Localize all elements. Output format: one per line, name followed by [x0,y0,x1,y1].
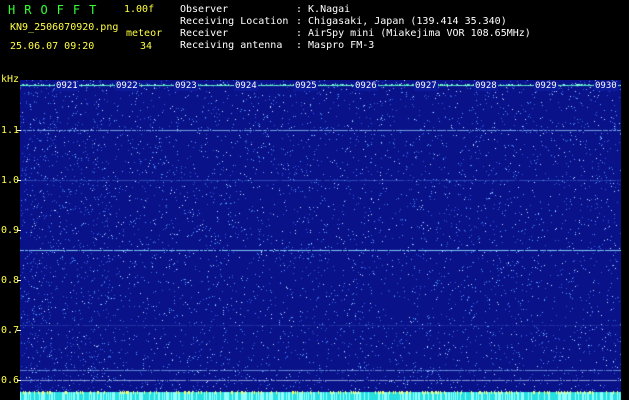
y-tick-mark [17,330,21,331]
y-tick-mark [17,180,21,181]
time-tick-label: 0922 [115,81,139,91]
info-value-antenna: : Maspro FM-3 [296,40,375,51]
y-tick-mark [17,380,21,381]
mode-label: meteor [126,28,163,39]
y-tick-mark [17,130,21,131]
y-tick-label: 0.6 [1,375,20,386]
info-value-receiver: : AirSpy mini (Miakejima VOR 108.65MHz) [296,28,531,39]
info-value-location: : Chigasaki, Japan (139.414 35.340) [296,16,507,27]
time-tick-label: 0924 [234,81,258,91]
info-value-observer: : K.Nagai [296,4,351,15]
y-tick-label: 0.7 [1,325,20,336]
time-tick-label: 0926 [354,81,378,91]
time-tick-label: 0928 [474,81,498,91]
app-version: 1.00f [124,4,155,15]
time-tick-label: 0923 [174,81,198,91]
hrofft-window: HROFFT 1.00f KN9_2506070920.png meteor 2… [0,0,629,400]
file-name: KN9_2506070920.png [10,22,119,33]
y-tick-mark [17,230,21,231]
capture-datetime: 25.06.07 09:20 [10,41,95,52]
meteor-count: 34 [140,41,153,52]
spectrogram-plot: 0921 0922 0923 0924 0925 0926 0927 0928 … [20,80,621,400]
time-tick-label: 0930 [594,81,618,91]
y-tick-mark [17,280,21,281]
info-key-antenna: Receiving antenna [180,40,283,51]
y-tick-label: 1.0 [1,175,20,186]
spectrogram-canvas [20,80,621,400]
y-tick-label: 0.9 [1,225,20,236]
y-tick-label: 0.8 [1,275,20,286]
time-tick-label: 0929 [534,81,558,91]
y-axis-unit: kHz [1,74,20,85]
info-key-receiver: Receiver [180,28,229,39]
app-logo: HROFFT [8,3,106,17]
time-tick-label: 0927 [414,81,438,91]
time-tick-label: 0921 [55,81,79,91]
y-tick-label: 1.1 [1,125,20,136]
info-key-location: Receiving Location [180,16,289,27]
time-tick-label: 0925 [294,81,318,91]
info-key-observer: Observer [180,4,229,15]
